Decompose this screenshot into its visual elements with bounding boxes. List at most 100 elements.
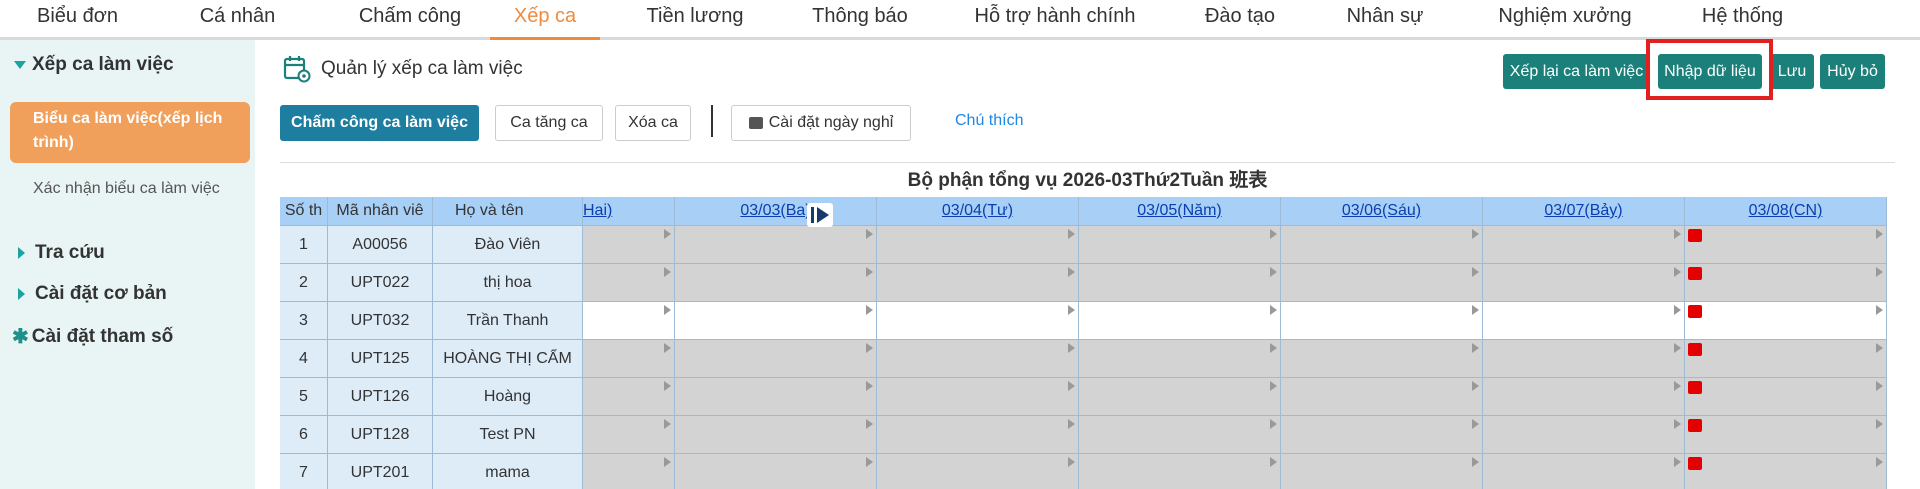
gear-icon: ✱ — [12, 326, 29, 348]
shift-cell[interactable] — [1685, 226, 1887, 264]
divider — [280, 162, 1895, 163]
shift-cell[interactable] — [1483, 378, 1685, 416]
shift-cell[interactable] — [675, 264, 877, 302]
shift-cell[interactable] — [877, 302, 1079, 340]
shift-cell[interactable] — [583, 340, 675, 378]
dropdown-marker-icon — [664, 267, 671, 277]
shift-cell[interactable] — [1483, 302, 1685, 340]
sidebar-item-schedule-table[interactable]: Biểu ca làm việc(xếp lịch trình) — [10, 102, 250, 163]
legend-link[interactable]: Chú thích — [955, 112, 1023, 130]
holiday-settings-button[interactable]: Cài đặt ngày nghỉ — [731, 105, 911, 141]
shift-cell[interactable] — [675, 378, 877, 416]
dropdown-marker-icon — [1876, 457, 1883, 467]
tab-10[interactable]: Nghiệm xưởng — [1480, 0, 1650, 37]
employee-name: Test PN — [433, 416, 583, 454]
sidebar-item-confirm-schedule[interactable]: Xác nhận biểu ca làm việc — [33, 176, 243, 201]
sidebar-item-lookup[interactable]: Tra cứu — [14, 242, 105, 264]
shift-cell[interactable] — [877, 378, 1079, 416]
sidebar-item-basic-settings[interactable]: Cài đặt cơ bản — [14, 283, 167, 305]
shift-cell[interactable] — [1483, 454, 1685, 489]
column-header-date[interactable]: Hai) — [583, 197, 675, 226]
tab-6[interactable]: Thông báo — [790, 0, 930, 37]
shift-cell[interactable] — [583, 416, 675, 454]
tab-2[interactable]: Cá nhân — [180, 0, 295, 37]
column-header-date[interactable]: 03/07(Bảy) — [1483, 197, 1685, 226]
column-header-date[interactable]: 03/05(Năm) — [1079, 197, 1281, 226]
column-header-date[interactable]: 03/08(CN) — [1685, 197, 1887, 226]
shift-cell[interactable] — [1079, 226, 1281, 264]
dropdown-marker-icon — [1270, 381, 1277, 391]
dropdown-marker-icon — [1270, 229, 1277, 239]
shift-cell[interactable] — [877, 454, 1079, 489]
shift-cell[interactable] — [1685, 378, 1887, 416]
tab-3[interactable]: Chấm công — [320, 0, 500, 37]
dropdown-marker-icon — [1068, 305, 1075, 315]
cancel-button[interactable]: Hủy bỏ — [1820, 54, 1885, 89]
sidebar-item-param-settings[interactable]: ✱ Cài đặt tham số — [12, 324, 173, 349]
shift-cell[interactable] — [675, 454, 877, 489]
employee-name: Hoàng — [433, 378, 583, 416]
dropdown-marker-icon — [1270, 267, 1277, 277]
shift-cell[interactable] — [675, 340, 877, 378]
shift-cell[interactable] — [583, 378, 675, 416]
shift-cell[interactable] — [1079, 416, 1281, 454]
shift-cell[interactable] — [675, 226, 877, 264]
employee-code: UPT201 — [328, 454, 433, 489]
dropdown-marker-icon — [1068, 343, 1075, 353]
shift-cell[interactable] — [1079, 264, 1281, 302]
shift-cell[interactable] — [1079, 454, 1281, 489]
shift-cell[interactable] — [583, 454, 675, 489]
shift-cell[interactable] — [1079, 340, 1281, 378]
dropdown-marker-icon — [1876, 419, 1883, 429]
dropdown-marker-icon — [1876, 229, 1883, 239]
shift-cell[interactable] — [1685, 454, 1887, 489]
tab-1[interactable]: Biểu đơn — [20, 0, 135, 37]
column-header-date[interactable]: 03/04(Tư) — [877, 197, 1079, 226]
shift-cell[interactable] — [1685, 416, 1887, 454]
shift-cell[interactable] — [1685, 264, 1887, 302]
shift-cell[interactable] — [583, 226, 675, 264]
shift-cell[interactable] — [1685, 340, 1887, 378]
shift-cell[interactable] — [1281, 378, 1483, 416]
shift-cell[interactable] — [1281, 454, 1483, 489]
scroll-columns-button[interactable] — [807, 203, 833, 227]
import-data-button[interactable]: Nhập dữ liệu — [1658, 54, 1762, 89]
tab-8[interactable]: Đào tạo — [1190, 0, 1290, 37]
shift-attendance-button[interactable]: Chấm công ca làm việc — [280, 105, 479, 141]
shift-cell[interactable] — [1281, 416, 1483, 454]
shift-cell[interactable] — [1483, 226, 1685, 264]
shift-cell[interactable] — [877, 416, 1079, 454]
shift-cell[interactable] — [1483, 340, 1685, 378]
dropdown-marker-icon — [664, 305, 671, 315]
column-header-date[interactable]: 03/03(Ba) — [675, 197, 877, 226]
shift-cell[interactable] — [877, 264, 1079, 302]
tab-9[interactable]: Nhân sự — [1330, 0, 1440, 37]
delete-shift-button[interactable]: Xóa ca — [615, 105, 691, 141]
shift-cell[interactable] — [1281, 302, 1483, 340]
shift-cell[interactable] — [1483, 264, 1685, 302]
shift-cell[interactable] — [583, 302, 675, 340]
calendar-settings-icon — [283, 56, 311, 83]
shift-cell[interactable] — [1281, 226, 1483, 264]
tab-7[interactable]: Hỗ trợ hành chính — [955, 0, 1155, 37]
shift-cell[interactable] — [877, 226, 1079, 264]
shift-cell[interactable] — [675, 302, 877, 340]
save-button[interactable]: Lưu — [1770, 54, 1814, 89]
tab-4[interactable]: Xếp ca — [490, 0, 600, 40]
shift-cell[interactable] — [1079, 378, 1281, 416]
overtime-shift-button[interactable]: Ca tăng ca — [495, 105, 603, 141]
sidebar-section-schedule[interactable]: Xếp ca làm việc — [14, 54, 174, 76]
shift-cell[interactable] — [1281, 340, 1483, 378]
shift-cell[interactable] — [1079, 302, 1281, 340]
shift-cell[interactable] — [1685, 302, 1887, 340]
row-number: 4 — [280, 340, 328, 378]
shift-cell[interactable] — [583, 264, 675, 302]
shift-cell[interactable] — [877, 340, 1079, 378]
shift-cell[interactable] — [1281, 264, 1483, 302]
tab-5[interactable]: Tiền lương — [610, 0, 780, 37]
shift-cell[interactable] — [1483, 416, 1685, 454]
column-header-date[interactable]: 03/06(Sáu) — [1281, 197, 1483, 226]
tab-11[interactable]: Hệ thống — [1690, 0, 1795, 37]
shift-cell[interactable] — [675, 416, 877, 454]
reschedule-button[interactable]: Xếp lại ca làm việc — [1503, 54, 1650, 89]
